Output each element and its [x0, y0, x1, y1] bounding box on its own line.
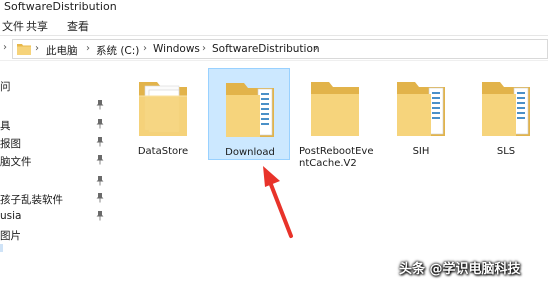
nav-item-quick-access[interactable]: 问 — [0, 79, 11, 94]
window-title: SoftwareDistribution — [4, 0, 117, 13]
ribbon: 文件 共享 查看 — [0, 16, 548, 36]
folder-label: SIH — [412, 146, 430, 157]
tab-view[interactable]: 查看 — [67, 18, 89, 34]
nav-item-report[interactable]: 报图 — [0, 136, 21, 151]
pin-icon[interactable] — [96, 193, 104, 203]
folder-icon — [17, 44, 31, 55]
file-list: DataStore Download PostRebootEve ntCache… — [118, 62, 548, 284]
watermark: 头条 @学识电脑科技 — [399, 262, 521, 277]
folder-label: PostRebootEve ntCache.V2 — [299, 146, 379, 170]
folder-item-sls[interactable]: SLS — [465, 68, 547, 160]
breadcrumb-separator-icon[interactable]: › — [202, 43, 206, 54]
pin-icon[interactable] — [96, 137, 104, 147]
folder-icon — [482, 82, 530, 136]
folder-item-postrebooteventcache[interactable]: PostRebootEve ntCache.V2 — [294, 68, 376, 169]
folder-icon — [139, 82, 187, 136]
tab-share[interactable]: 共享 — [26, 18, 48, 34]
nav-item-kids-software[interactable]: 孩子乱装软件 — [0, 192, 63, 207]
folder-item-datastore[interactable]: DataStore — [122, 68, 204, 160]
folder-item-sih[interactable]: SIH — [380, 68, 462, 160]
breadcrumb-this-pc[interactable]: 此电脑 — [46, 43, 78, 58]
nav-item-usia[interactable]: usia — [0, 210, 21, 222]
folder-label-line-2: ntCache.V2 — [299, 158, 357, 169]
folder-icon — [311, 82, 359, 136]
nav-scroll-marker — [0, 244, 3, 252]
breadcrumb-windows[interactable]: Windows — [153, 43, 200, 55]
address-bar[interactable]: › 此电脑 › 系统 (C:) › Windows › SoftwareDist… — [12, 39, 548, 59]
breadcrumb-separator-icon[interactable]: › — [143, 43, 147, 54]
pin-icon[interactable] — [96, 100, 104, 110]
chevron-right-icon[interactable]: › — [3, 42, 7, 53]
folder-label: DataStore — [137, 146, 189, 157]
tab-file[interactable]: 文件 — [2, 18, 24, 34]
red-arrow-annotation — [263, 166, 293, 238]
breadcrumb-separator-icon[interactable]: › — [35, 43, 39, 54]
breadcrumb-separator-icon[interactable]: › — [86, 43, 90, 54]
folder-label-line-1: PostRebootEve — [299, 146, 374, 157]
nav-item-pc-files[interactable]: 脑文件 — [0, 154, 32, 169]
title-bar: SoftwareDistribution — [0, 0, 548, 16]
folder-icon — [226, 83, 274, 137]
folder-label: Download — [225, 147, 275, 158]
navigation-pane: 问 具 报图 脑文件 孩子乱装软件 usia 图片 — [0, 62, 118, 284]
nav-item-tools[interactable]: 具 — [0, 118, 11, 133]
address-row: › › 此电脑 › 系统 (C:) › Windows › SoftwareDi… — [0, 37, 548, 61]
breadcrumb-softwaredistribution[interactable]: SoftwareDistribution — [212, 43, 320, 55]
folder-label: SLS — [496, 146, 516, 157]
nav-item-pictures[interactable]: 图片 — [0, 228, 21, 243]
folder-icon — [397, 82, 445, 136]
pin-icon[interactable] — [96, 211, 104, 221]
pin-icon[interactable] — [96, 155, 104, 165]
pin-icon[interactable] — [96, 119, 104, 129]
breadcrumb-separator-icon[interactable]: › — [314, 43, 318, 54]
pin-icon[interactable] — [96, 176, 104, 186]
folder-item-download[interactable]: Download — [208, 68, 290, 160]
breadcrumb-system-c[interactable]: 系统 (C:) — [96, 43, 139, 58]
